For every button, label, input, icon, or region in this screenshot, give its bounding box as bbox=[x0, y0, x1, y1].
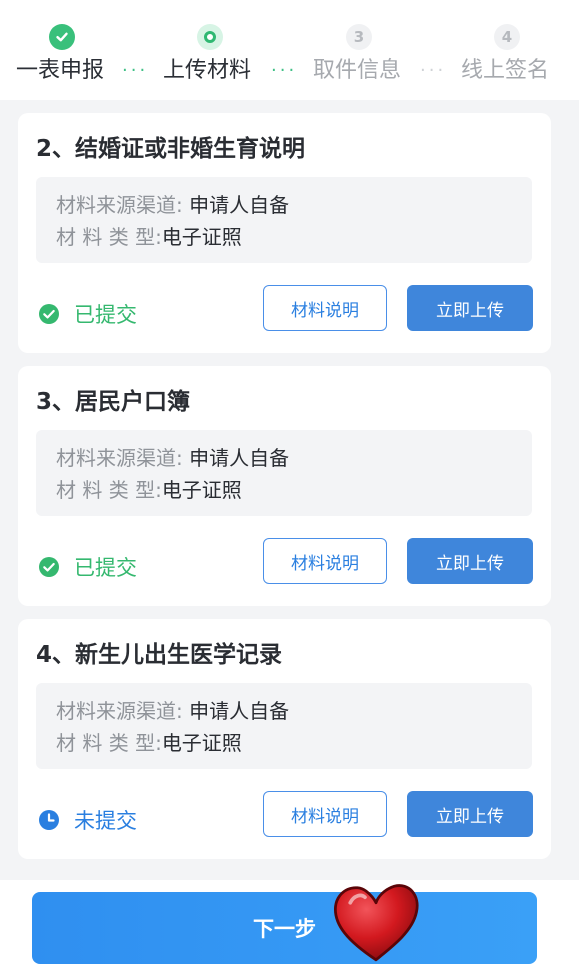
clock-icon bbox=[39, 810, 59, 830]
material-explain-button[interactable]: 材料说明 bbox=[263, 285, 387, 331]
status-label: 已提交 bbox=[74, 556, 137, 580]
material-source: 材料来源渠道: 申请人自备 bbox=[56, 193, 290, 217]
step-2-label: 上传材料 bbox=[163, 58, 252, 83]
bottom-action-bar: 下一步 bbox=[0, 880, 579, 973]
progress-stepper: 一表申报 ··· 上传材料 ··· 3 取件信息 ··· 4 线上签名 bbox=[0, 0, 579, 100]
material-explain-button[interactable]: 材料说明 bbox=[263, 538, 387, 584]
material-card: 4、新生儿出生医学记录 材料来源渠道: 申请人自备 材 料 类 型:电子证照 未… bbox=[18, 619, 551, 859]
material-info-box: 材料来源渠道: 申请人自备 材 料 类 型:电子证照 bbox=[36, 683, 532, 769]
status-label: 已提交 bbox=[74, 303, 137, 327]
material-card: 2、结婚证或非婚生育说明 材料来源渠道: 申请人自备 材 料 类 型:电子证照 … bbox=[18, 113, 551, 353]
step-2-current-icon bbox=[197, 24, 223, 50]
material-type: 材 料 类 型:电子证照 bbox=[56, 731, 242, 755]
check-circle-icon bbox=[39, 557, 59, 577]
next-step-button[interactable]: 下一步 bbox=[32, 892, 537, 964]
status-badge: 未提交 bbox=[38, 805, 137, 835]
material-type: 材 料 类 型:电子证照 bbox=[56, 478, 242, 502]
step-1-check-icon bbox=[49, 24, 75, 50]
step-separator: ··· bbox=[122, 60, 149, 81]
material-type: 材 料 类 型:电子证照 bbox=[56, 225, 242, 249]
step-4-label: 线上签名 bbox=[461, 58, 550, 83]
status-label: 未提交 bbox=[74, 809, 137, 833]
material-source: 材料来源渠道: 申请人自备 bbox=[56, 699, 290, 723]
check-circle-icon bbox=[39, 304, 59, 324]
step-separator: ··· bbox=[420, 60, 447, 81]
step-3-label: 取件信息 bbox=[313, 58, 402, 83]
material-title: 4、新生儿出生医学记录 bbox=[36, 642, 283, 668]
material-source: 材料来源渠道: 申请人自备 bbox=[56, 446, 290, 470]
material-card: 3、居民户口簿 材料来源渠道: 申请人自备 材 料 类 型:电子证照 已提交 材… bbox=[18, 366, 551, 606]
material-title: 3、居民户口簿 bbox=[36, 389, 191, 415]
material-title: 2、结婚证或非婚生育说明 bbox=[36, 136, 306, 162]
upload-now-button[interactable]: 立即上传 bbox=[407, 285, 533, 331]
status-badge: 已提交 bbox=[38, 299, 137, 329]
step-separator: ··· bbox=[271, 60, 298, 81]
upload-now-button[interactable]: 立即上传 bbox=[407, 791, 533, 837]
step-1-label: 一表申报 bbox=[16, 58, 105, 83]
status-badge: 已提交 bbox=[38, 552, 137, 582]
upload-now-button[interactable]: 立即上传 bbox=[407, 538, 533, 584]
heart-icon bbox=[334, 884, 419, 962]
material-explain-button[interactable]: 材料说明 bbox=[263, 791, 387, 837]
material-info-box: 材料来源渠道: 申请人自备 材 料 类 型:电子证照 bbox=[36, 177, 532, 263]
step-3-number: 3 bbox=[346, 24, 372, 50]
material-info-box: 材料来源渠道: 申请人自备 材 料 类 型:电子证照 bbox=[36, 430, 532, 516]
step-4-number: 4 bbox=[494, 24, 520, 50]
